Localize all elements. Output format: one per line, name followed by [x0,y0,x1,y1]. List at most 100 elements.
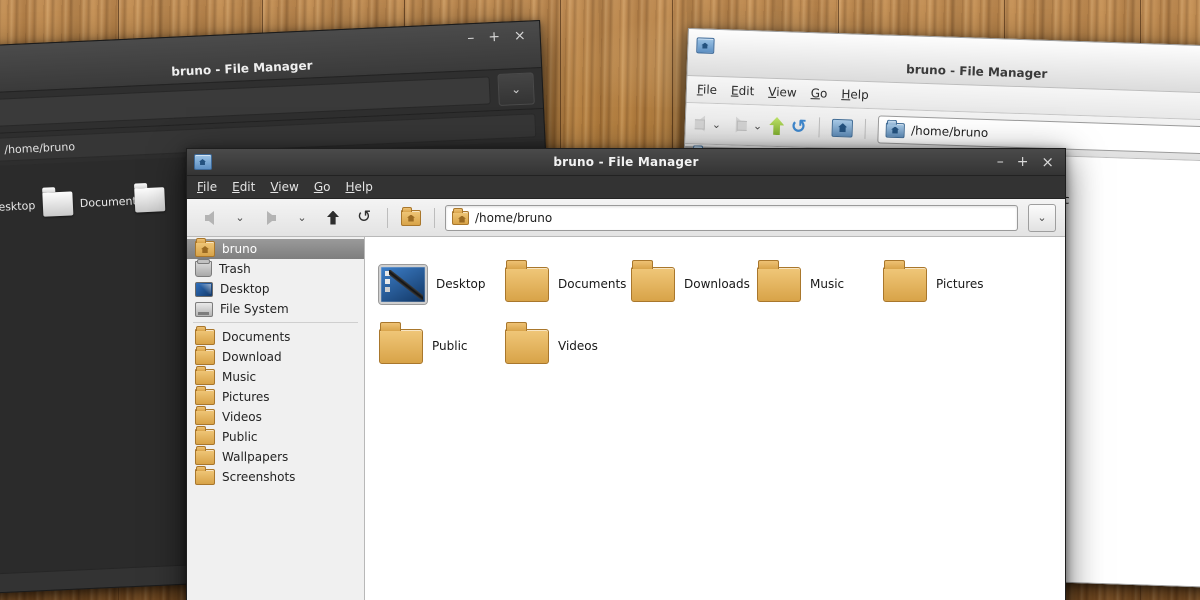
close-icon[interactable]: × [1041,154,1054,170]
menu-go[interactable]: Go [314,180,331,194]
sidebar-item-bruno[interactable]: bruno [187,238,364,259]
desktop-icon [378,263,428,305]
sidebar-item-videos[interactable]: Videos [187,406,364,427]
menu-view[interactable]: View [768,85,797,100]
menubar[interactable]: File Edit View Go Help [187,176,1065,199]
file-item-pictures[interactable]: Pictures [879,253,1005,315]
file-item-videos[interactable]: Videos [501,315,627,377]
forward-button[interactable] [258,205,284,231]
folder-icon [195,326,215,345]
folder-icon [195,366,215,385]
file-view[interactable]: Desktop Documents Downloads Music Pictur… [365,237,1065,600]
file-item[interactable]: Documents [39,170,143,236]
path-dropdown-button[interactable]: ⌄ [1028,203,1056,232]
window-title: bruno - File Manager [553,155,699,169]
back-arrow-icon[interactable] [694,115,706,132]
folder-icon [757,259,801,302]
sidebar-item-public[interactable]: Public [187,426,364,447]
home-folder-icon [401,206,421,226]
file-grid[interactable]: Desktop Documents Downloads Music Pictur… [365,237,1065,377]
menu-help[interactable]: Help [345,180,372,194]
back-history-button[interactable]: ⌄ [227,205,253,231]
folder-icon [195,426,215,445]
chevron-down-icon[interactable]: ⌄ [497,72,535,106]
path-text: /home/bruno [4,139,76,156]
reload-icon: ↻ [356,207,372,227]
toolbar[interactable]: ⌄ ⌄ ↻ /home/bruno ⌄ [187,199,1065,237]
sidebar-item-label: Documents [222,330,291,344]
menu-file[interactable]: File [197,180,217,194]
path-input[interactable]: /home/bruno [445,204,1018,231]
home-button[interactable] [398,205,424,231]
toolbar-separator [434,207,435,228]
forward-history-button[interactable]: ⌄ [289,205,315,231]
sidebar-item-label: Pictures [222,390,270,404]
menu-edit[interactable]: Edit [731,83,755,98]
file-item-desktop[interactable]: Desktop [375,253,501,315]
sidebar-item-trash[interactable]: Trash [187,259,364,279]
sidebar-item-wallpapers[interactable]: Wallpapers [187,446,364,467]
file-label: Public [432,339,468,353]
sidebar-item-documents[interactable]: Documents [187,326,364,347]
chevron-down-icon[interactable]: ⌄ [712,117,722,130]
minimize-icon[interactable]: – [997,155,1004,169]
sidebar-item-label: File System [220,302,289,316]
maximize-icon[interactable]: + [488,29,500,46]
sidebar-item-label: Desktop [220,282,270,296]
file-item-downloads[interactable]: Downloads [627,253,753,315]
sidebar-item-download[interactable]: Download [187,346,364,367]
back-button[interactable] [196,205,222,231]
folder-icon [195,346,215,365]
sidebar-item-pictures[interactable]: Pictures [187,386,364,407]
trash-icon [195,259,212,277]
reload-icon[interactable]: ↻ [791,115,808,138]
menu-file[interactable]: File [697,82,718,97]
forward-arrow-icon [266,210,276,225]
menu-edit[interactable]: Edit [232,180,255,194]
file-item-public[interactable]: Public [375,315,501,377]
app-icon [194,154,212,170]
file-label: Videos [558,339,598,353]
menu-view[interactable]: View [270,180,298,194]
menu-go[interactable]: Go [811,86,828,101]
sidebar-item-label: Trash [219,262,251,276]
drive-icon [195,301,213,317]
titlebar[interactable]: bruno - File Manager – + × [187,149,1065,176]
folder-icon [195,446,215,465]
file-label: Music [810,277,845,291]
folder-icon [631,259,675,302]
folder-icon [883,259,927,302]
sidebar-item-label: Wallpapers [222,450,289,464]
window-controls[interactable]: – + × [467,28,526,47]
sidebar-item-file-system[interactable]: File System [187,299,364,319]
folder-icon [505,321,549,364]
file-item-documents[interactable]: Documents [501,253,627,315]
file-item-music[interactable]: Music [753,253,879,315]
minimize-icon[interactable]: – [467,30,475,46]
up-arrow-icon[interactable] [769,117,785,135]
home-folder-icon [452,207,469,225]
chevron-down-icon[interactable]: ⌄ [753,119,763,132]
file-label: Desktop [0,198,36,214]
window-controls[interactable]: – + × [997,154,1065,170]
maximize-icon[interactable]: + [1017,155,1029,169]
sidebar[interactable]: bruno Trash Desktop File System Document… [187,237,365,600]
up-button[interactable] [320,205,346,231]
file-item[interactable]: Desktop [0,174,42,240]
folder-icon [505,259,549,302]
folder-icon [42,191,74,217]
sidebar-item-desktop[interactable]: Desktop [187,279,364,299]
forward-arrow-icon[interactable] [735,116,747,133]
sidebar-item-label: Screenshots [222,470,296,484]
sidebar-item-music[interactable]: Music [187,366,364,387]
menu-help[interactable]: Help [841,87,869,102]
folder-icon [195,386,215,405]
close-icon[interactable]: × [514,28,526,45]
main-window[interactable]: bruno - File Manager – + × File Edit Vie… [186,148,1066,600]
sidebar-item-screenshots[interactable]: Screenshots [187,466,364,487]
reload-button[interactable]: ↻ [351,205,377,231]
sidebar-item-label: bruno [222,242,258,256]
chevron-down-icon: ⌄ [235,211,245,224]
home-icon[interactable] [831,118,854,138]
desktop: bruno - File Manager – + × ⌄ /home/bruno… [0,0,1200,600]
